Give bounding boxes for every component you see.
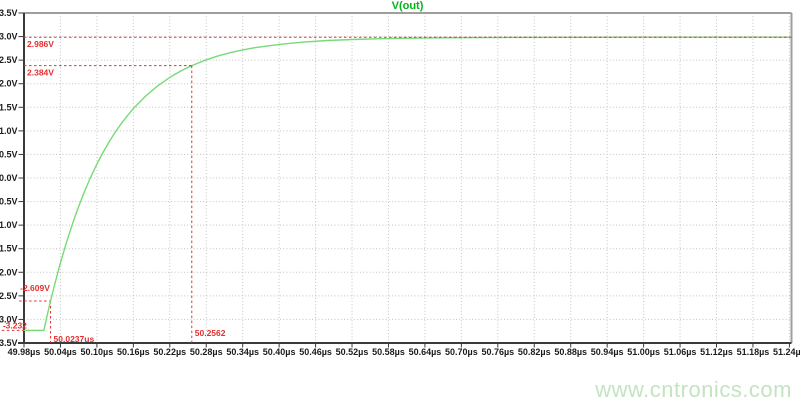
x-tick-label: 51.06µs <box>664 347 697 357</box>
y-tick-label: -1.5V <box>0 244 18 254</box>
y-tick-label: 2.5V <box>0 55 18 65</box>
measurement-label: 50.0237us <box>54 334 95 344</box>
x-tick-label: 50.16µs <box>117 347 150 357</box>
x-tick-label: 51.24µs <box>773 347 800 357</box>
y-tick-label: 3.5V <box>0 8 18 18</box>
x-tick-label: 50.10µs <box>81 347 114 357</box>
y-tick-label: -1.0V <box>0 220 18 230</box>
y-tick-label: 0.5V <box>0 149 18 159</box>
measurement-label: 2.986V <box>27 39 54 49</box>
x-tick-label: 50.40µs <box>263 347 296 357</box>
measurement-label: 50.2562 <box>195 328 226 338</box>
x-tick-label: 50.34µs <box>226 347 259 357</box>
waveform-viewer: V(out) 3.5V3.0V2.5V2.0V1.5V1.0V0.5V0.0V-… <box>0 0 800 405</box>
y-tick-label: 1.5V <box>0 102 18 112</box>
x-tick-label: 50.64µs <box>409 347 442 357</box>
x-tick-label: 50.58µs <box>372 347 405 357</box>
x-tick-label: 50.70µs <box>445 347 478 357</box>
x-tick-label: 50.46µs <box>299 347 332 357</box>
x-tick-label: 50.88µs <box>554 347 587 357</box>
x-tick-label: 50.22µs <box>153 347 186 357</box>
x-tick-label: 50.94µs <box>591 347 624 357</box>
measurement-label: -3.232 <box>3 320 27 330</box>
x-tick-label: 50.76µs <box>481 347 514 357</box>
watermark: www.cntronics.com <box>595 377 792 403</box>
x-tick-label: 50.28µs <box>190 347 223 357</box>
trace-vout[interactable] <box>24 37 789 330</box>
x-tick-label: 51.18µs <box>737 347 770 357</box>
waveform-plot-canvas[interactable]: 3.5V 3.0V 2.5V 2.0V 1.5V 1.0V 0.5V 0.0V -0.5V -1.… <box>0 0 800 405</box>
y-tick-label: 3.0V <box>0 32 18 42</box>
measurement-label: -2.609V <box>20 283 50 293</box>
x-tick-label: 50.52µs <box>336 347 369 357</box>
y-tick-label: 2.0V <box>0 79 18 89</box>
measurement-label: 2.384V <box>27 68 54 78</box>
x-tick-label: 51.00µs <box>627 347 660 357</box>
y-tick-label: -2.0V <box>0 267 18 277</box>
y-tick-label: -0.5V <box>0 197 18 207</box>
x-tick-label: 49.98µs <box>8 347 41 357</box>
y-tick-label: 0.0V <box>0 173 18 183</box>
x-tick-label: 50.04µs <box>44 347 77 357</box>
y-tick-label: -2.5V <box>0 291 18 301</box>
y-tick-label: 1.0V <box>0 126 18 136</box>
x-tick-label: 50.82µs <box>518 347 551 357</box>
x-tick-label: 51.12µs <box>700 347 733 357</box>
